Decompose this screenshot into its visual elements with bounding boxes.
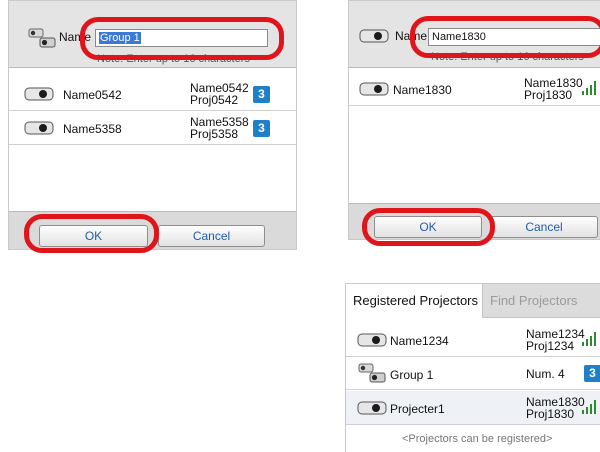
- name-input-text: Name1830: [432, 31, 486, 43]
- register-hint: <Projectors can be registered>: [402, 433, 553, 445]
- edit-group-dialog: Name Group 1 Note: Enter up to 16 charac…: [8, 0, 297, 250]
- projector-icon: [359, 82, 389, 96]
- dialog-footer: OK Cancel: [349, 203, 600, 239]
- registered-projectors-panel: Registered Projectors Find Projectors Na…: [345, 283, 600, 452]
- dialog-header: Name Name1830 Note: Enter up to 16 chara…: [349, 1, 600, 68]
- ok-button[interactable]: OK: [374, 216, 482, 238]
- character-limit-note: Note: Enter up to 16 characters: [97, 53, 250, 65]
- projector-info-line2: Proj1234: [526, 339, 575, 353]
- dialog-footer: OK Cancel: [9, 211, 296, 249]
- selected-name-text: Group 1: [99, 32, 141, 44]
- projector-row[interactable]: Name1234 Name1234 Proj1234: [346, 323, 600, 357]
- cancel-button[interactable]: Cancel: [490, 216, 598, 238]
- signal-strength-icon: [582, 332, 600, 346]
- projector-name: Projecter1: [390, 402, 445, 416]
- ok-button[interactable]: OK: [39, 225, 148, 247]
- projector-info: Name1830 Proj1830: [526, 396, 585, 420]
- projector-info-line2: Proj1830: [524, 88, 573, 102]
- cancel-button[interactable]: Cancel: [158, 225, 265, 247]
- signal-strength-icon: [582, 400, 600, 414]
- character-limit-note: Note: Enter up to 16 characters: [431, 51, 584, 63]
- name-input[interactable]: Group 1: [95, 29, 268, 47]
- group-row[interactable]: Group 1 Num. 4 3: [346, 358, 600, 390]
- tab-find-projectors[interactable]: Find Projectors: [483, 284, 600, 318]
- group-count: Num. 4: [526, 367, 565, 381]
- name-label: Name: [395, 29, 428, 43]
- projector-info: Name5358 Proj5358: [190, 116, 249, 140]
- projector-row[interactable]: Name0542 Name0542 Proj0542 3: [9, 78, 296, 111]
- projector-info-line2: Proj5358: [190, 127, 239, 141]
- dialog-header: Name Group 1 Note: Enter up to 16 charac…: [9, 1, 296, 68]
- edit-projector-dialog: Name Name1830 Note: Enter up to 16 chara…: [348, 0, 600, 240]
- projector-group-icon: [28, 28, 56, 48]
- projector-info: Name1234 Proj1234: [526, 328, 585, 352]
- projector-info-line2: Proj1830: [526, 407, 575, 421]
- projector-row[interactable]: Name5358 Name5358 Proj5358 3: [9, 112, 296, 145]
- projector-name: Name1830: [393, 83, 452, 97]
- name-label: Name: [59, 30, 92, 44]
- group-name: Group 1: [390, 368, 434, 382]
- projector-info: Name0542 Proj0542: [190, 82, 249, 106]
- projector-name: Name1234: [390, 334, 449, 348]
- projector-name: Name5358: [63, 122, 122, 136]
- projector-icon: [357, 401, 387, 415]
- count-badge: 3: [253, 120, 270, 137]
- projector-group-icon: [358, 363, 386, 383]
- projector-icon: [24, 121, 54, 135]
- projector-name: Name0542: [63, 88, 122, 102]
- projector-icon: [359, 29, 389, 43]
- name-input[interactable]: Name1830: [428, 28, 600, 46]
- count-badge: 3: [253, 86, 270, 103]
- tab-registered-projectors[interactable]: Registered Projectors: [346, 284, 483, 318]
- projector-info: Name1830 Proj1830: [524, 77, 583, 101]
- projector-info-line2: Proj0542: [190, 93, 239, 107]
- projector-icon: [357, 333, 387, 347]
- signal-strength-icon: [582, 81, 600, 95]
- count-badge: 3: [584, 365, 600, 382]
- projector-icon: [24, 87, 54, 101]
- projector-row[interactable]: Name1830 Name1830 Proj1830: [349, 71, 600, 106]
- projector-row[interactable]: Projecter1 Name1830 Proj1830: [346, 391, 600, 425]
